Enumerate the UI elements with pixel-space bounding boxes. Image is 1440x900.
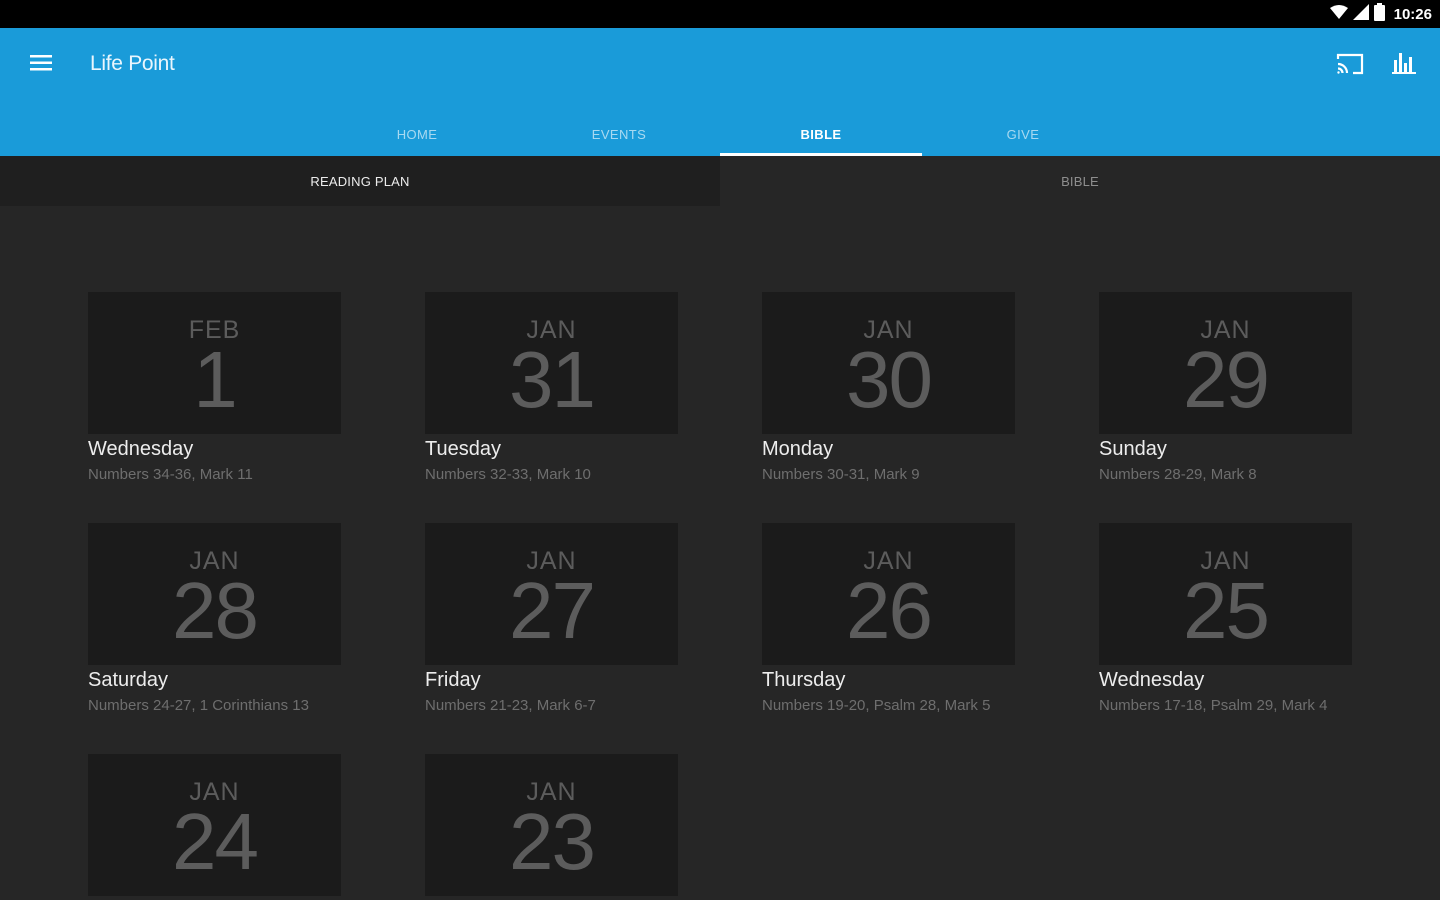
date-day: 1: [193, 335, 237, 424]
date-day: 29: [1183, 335, 1270, 424]
day-passage: Numbers 19-20, Psalm 28, Mark 5: [762, 697, 991, 714]
day-weekday: Sunday: [1099, 438, 1167, 460]
day-passage: Numbers 32-33, Mark 10: [425, 466, 591, 483]
day-weekday: Friday: [425, 669, 481, 691]
cast-icon: [1336, 52, 1364, 81]
tab-home[interactable]: HOME: [316, 112, 518, 156]
day-passage: Numbers 21-23, Mark 6-7: [425, 697, 596, 714]
day-passage: Numbers 17-18, Psalm 29, Mark 4: [1099, 697, 1328, 714]
day-weekday: Monday: [762, 438, 834, 460]
reading-day-card[interactable]: JAN 23: [425, 754, 678, 896]
cast-button[interactable]: [1334, 50, 1366, 82]
reading-day-card[interactable]: JAN 26 Thursday Numbers 19-20, Psalm 28,…: [762, 523, 1015, 714]
date-day: 27: [509, 566, 596, 655]
menu-icon: [30, 54, 52, 77]
tab-give[interactable]: GIVE: [922, 112, 1124, 156]
reading-plan-grid: FEB 1 Wednesday Numbers 34-36, Mark 11 J…: [88, 292, 1354, 896]
date-tile: JAN 29: [1099, 292, 1352, 434]
reading-day-card[interactable]: FEB 1 Wednesday Numbers 34-36, Mark 11: [88, 292, 341, 483]
status-bar: 10:26: [0, 0, 1440, 28]
date-tile: JAN 24: [88, 754, 341, 896]
day-weekday: Saturday: [88, 669, 169, 691]
day-weekday: Wednesday: [1099, 669, 1205, 691]
date-tile: JAN 23: [425, 754, 678, 896]
day-passage: Numbers 28-29, Mark 8: [1099, 466, 1257, 483]
day-passage: Numbers 30-31, Mark 9: [762, 466, 920, 483]
date-day: 26: [846, 566, 933, 655]
signal-icon: [1352, 3, 1369, 25]
date-day: 28: [172, 566, 259, 655]
date-tile: JAN 28: [88, 523, 341, 665]
battery-icon: [1373, 2, 1385, 26]
wifi-icon: [1329, 4, 1348, 24]
sub-tabs: READING PLAN BIBLE: [0, 156, 1440, 206]
reading-day-card[interactable]: JAN 28 Saturday Numbers 24-27, 1 Corinth…: [88, 523, 341, 714]
reading-day-card[interactable]: JAN 29 Sunday Numbers 28-29, Mark 8: [1099, 292, 1352, 483]
date-tile: JAN 31: [425, 292, 678, 434]
tab-bible[interactable]: BIBLE: [720, 112, 922, 156]
reading-day-card[interactable]: JAN 25 Wednesday Numbers 17-18, Psalm 29…: [1099, 523, 1352, 714]
date-tile: JAN 26: [762, 523, 1015, 665]
date-day: 30: [846, 335, 933, 424]
date-day: 23: [509, 797, 596, 886]
tab-events[interactable]: EVENTS: [518, 112, 720, 156]
menu-button[interactable]: [22, 48, 60, 82]
status-time: 10:26: [1393, 5, 1432, 23]
sub-tab-reading-plan[interactable]: READING PLAN: [0, 156, 720, 206]
status-icons: 10:26: [1329, 2, 1432, 26]
reading-day-card[interactable]: JAN 30 Monday Numbers 30-31, Mark 9: [762, 292, 1015, 483]
date-day: 24: [172, 797, 259, 886]
bar-chart-icon: [1392, 51, 1416, 80]
date-tile: JAN 25: [1099, 523, 1352, 665]
day-passage: Numbers 34-36, Mark 11: [88, 466, 253, 483]
day-passage: Numbers 24-27, 1 Corinthians 13: [88, 697, 309, 714]
day-weekday: Wednesday: [88, 438, 194, 460]
reading-day-card[interactable]: JAN 31 Tuesday Numbers 32-33, Mark 10: [425, 292, 678, 483]
app-bar: Life Point HOME EVENTS BIBLE GIVE: [0, 28, 1440, 156]
date-tile: FEB 1: [88, 292, 341, 434]
date-tile: JAN 30: [762, 292, 1015, 434]
day-weekday: Tuesday: [425, 438, 501, 460]
day-weekday: Thursday: [762, 669, 846, 691]
reading-day-card[interactable]: JAN 27 Friday Numbers 21-23, Mark 6-7: [425, 523, 678, 714]
date-day: 31: [509, 335, 596, 424]
date-tile: JAN 27: [425, 523, 678, 665]
stats-button[interactable]: [1388, 48, 1420, 82]
date-day: 25: [1183, 566, 1270, 655]
sub-tab-bible[interactable]: BIBLE: [720, 156, 1440, 206]
app-title: Life Point: [90, 52, 175, 75]
reading-day-card[interactable]: JAN 24: [88, 754, 341, 896]
main-tabs: HOME EVENTS BIBLE GIVE: [316, 112, 1124, 156]
